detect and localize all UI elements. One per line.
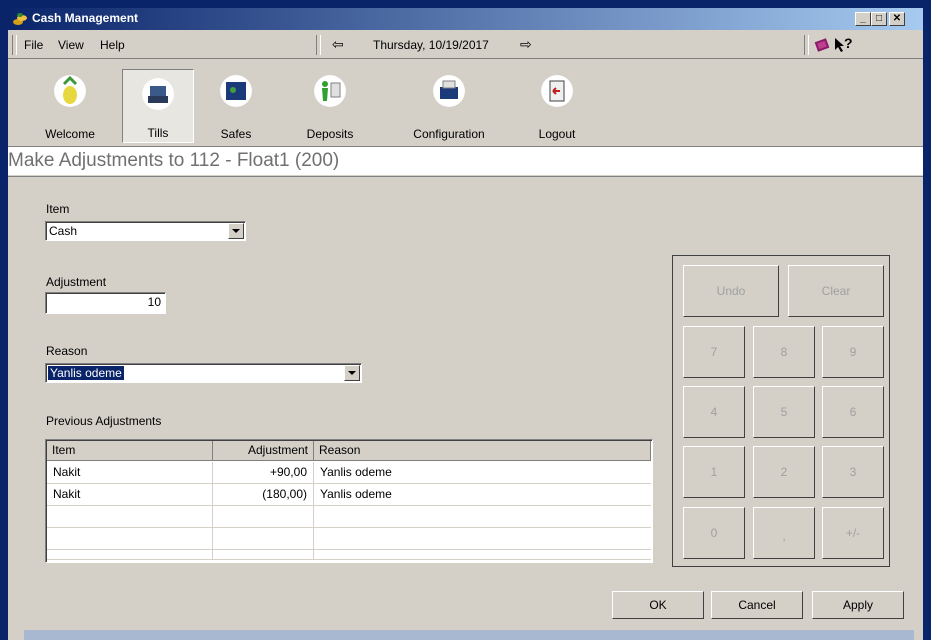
- prev-date-arrow-icon[interactable]: ⇦: [332, 36, 344, 53]
- tool-deposits[interactable]: Deposits: [292, 67, 368, 143]
- key-7[interactable]: 7: [683, 326, 745, 378]
- cell-empty: [47, 506, 213, 528]
- key-5[interactable]: 5: [753, 386, 815, 438]
- key-plus-minus[interactable]: +/-: [822, 507, 884, 559]
- table-header: Item Adjustment Reason: [47, 441, 651, 461]
- toolbar: Welcome Tills Safes Deposits Configurati…: [8, 59, 923, 144]
- pineapple-icon: [54, 75, 86, 107]
- reason-select[interactable]: Yanlis odeme: [45, 363, 362, 383]
- chevron-down-icon[interactable]: [228, 223, 244, 239]
- cell-adjustment: +90,00: [213, 462, 314, 484]
- cell-item: Nakit: [47, 484, 213, 506]
- cell-empty: [47, 550, 213, 560]
- undo-button[interactable]: Undo: [683, 265, 779, 317]
- adjustment-input[interactable]: 10: [45, 292, 166, 314]
- item-label: Item: [46, 202, 70, 216]
- cell-empty: [213, 550, 314, 560]
- adjustment-label: Adjustment: [46, 275, 107, 289]
- tool-safes[interactable]: Safes: [204, 67, 268, 143]
- item-select[interactable]: Cash: [45, 221, 246, 241]
- apply-button[interactable]: Apply: [812, 591, 904, 619]
- chevron-down-icon[interactable]: [344, 365, 360, 381]
- tool-label: Tills: [147, 126, 169, 140]
- menu-file[interactable]: File: [24, 38, 43, 52]
- key-8[interactable]: 8: [753, 326, 815, 378]
- status-bar: [24, 630, 914, 640]
- key-comma[interactable]: ,: [753, 507, 815, 559]
- key-6[interactable]: 6: [822, 386, 884, 438]
- cell-empty: [213, 528, 314, 550]
- title-bar[interactable]: Cash Management _ □ ✕: [8, 8, 923, 30]
- reason-label: Reason: [46, 344, 88, 358]
- logout-icon: [541, 75, 573, 107]
- table-row-empty[interactable]: [47, 506, 651, 528]
- table-row-empty[interactable]: [47, 528, 651, 550]
- coins-icon: [13, 13, 27, 25]
- table-row[interactable]: Nakit (180,00) Yanlis odeme: [47, 484, 651, 506]
- tool-label: Configuration: [413, 127, 485, 141]
- table-row-empty[interactable]: [47, 550, 651, 560]
- key-0[interactable]: 0: [683, 507, 745, 559]
- item-select-value: Cash: [49, 224, 78, 238]
- printer-icon: [433, 75, 465, 107]
- tool-label: Safes: [220, 127, 252, 141]
- minimize-button[interactable]: _: [855, 12, 871, 26]
- deposit-icon: [314, 75, 346, 107]
- tool-label: Logout: [538, 127, 576, 141]
- key-3[interactable]: 3: [822, 446, 884, 498]
- keypad: Undo Clear 7 8 9 4 5 6 1 2 3 0 , +/-: [672, 255, 890, 567]
- tool-configuration[interactable]: Configuration: [394, 67, 504, 143]
- key-9[interactable]: 9: [822, 326, 884, 378]
- next-date-arrow-icon[interactable]: ⇨: [520, 36, 532, 53]
- tool-welcome[interactable]: Welcome: [30, 67, 110, 143]
- cell-reason: Yanlis odeme: [320, 487, 392, 501]
- ok-button[interactable]: OK: [612, 591, 704, 619]
- register-icon: [142, 78, 174, 110]
- clear-button[interactable]: Clear: [788, 265, 884, 317]
- column-header-reason[interactable]: Reason: [314, 441, 651, 461]
- book-icon[interactable]: [814, 37, 832, 53]
- maximize-button[interactable]: □: [871, 12, 887, 26]
- tool-logout[interactable]: Logout: [522, 67, 592, 143]
- menu-view[interactable]: View: [58, 38, 84, 52]
- table-row[interactable]: Nakit +90,00 Yanlis odeme: [47, 462, 651, 484]
- menu-bar: File View Help ⇦ Thursday, 10/19/2017 ⇨ …: [8, 32, 923, 59]
- reason-select-value: Yanlis odeme: [48, 366, 124, 380]
- menu-grip: [12, 35, 17, 55]
- help-grip: [804, 35, 809, 55]
- column-header-item[interactable]: Item: [47, 441, 213, 461]
- key-2[interactable]: 2: [753, 446, 815, 498]
- window-title: Cash Management: [32, 11, 139, 25]
- content-panel: Item Cash Adjustment 10 Reason Yanlis od…: [8, 176, 923, 587]
- help-question-icon[interactable]: ?: [844, 35, 853, 51]
- cell-reason: Yanlis odeme: [320, 465, 392, 479]
- cell-adjustment: (180,00): [213, 484, 314, 506]
- tool-label: Deposits: [306, 127, 354, 141]
- cell-empty: [213, 506, 314, 528]
- cell-empty: [47, 528, 213, 550]
- page-title: Make Adjustments to 112 - Float1 (200): [8, 150, 340, 171]
- previous-adjustments-label: Previous Adjustments: [46, 414, 162, 428]
- cancel-button[interactable]: Cancel: [711, 591, 803, 619]
- heading-bar: Make Adjustments to 112 - Float1 (200): [8, 146, 923, 175]
- cell-item: Nakit: [47, 462, 213, 484]
- key-4[interactable]: 4: [683, 386, 745, 438]
- menu-help[interactable]: Help: [100, 38, 125, 52]
- previous-adjustments-table[interactable]: Item Adjustment Reason Nakit +90,00 Yanl…: [45, 439, 653, 563]
- tool-tills[interactable]: Tills: [122, 69, 194, 143]
- tool-label: Welcome: [45, 127, 95, 141]
- close-button[interactable]: ✕: [889, 12, 905, 26]
- key-1[interactable]: 1: [683, 446, 745, 498]
- current-date: Thursday, 10/19/2017: [373, 38, 489, 52]
- app-window: Cash Management _ □ ✕ File View Help ⇦ T…: [8, 8, 923, 640]
- date-grip: [316, 35, 321, 55]
- column-header-adjustment[interactable]: Adjustment: [213, 441, 314, 461]
- safe-icon: [220, 75, 252, 107]
